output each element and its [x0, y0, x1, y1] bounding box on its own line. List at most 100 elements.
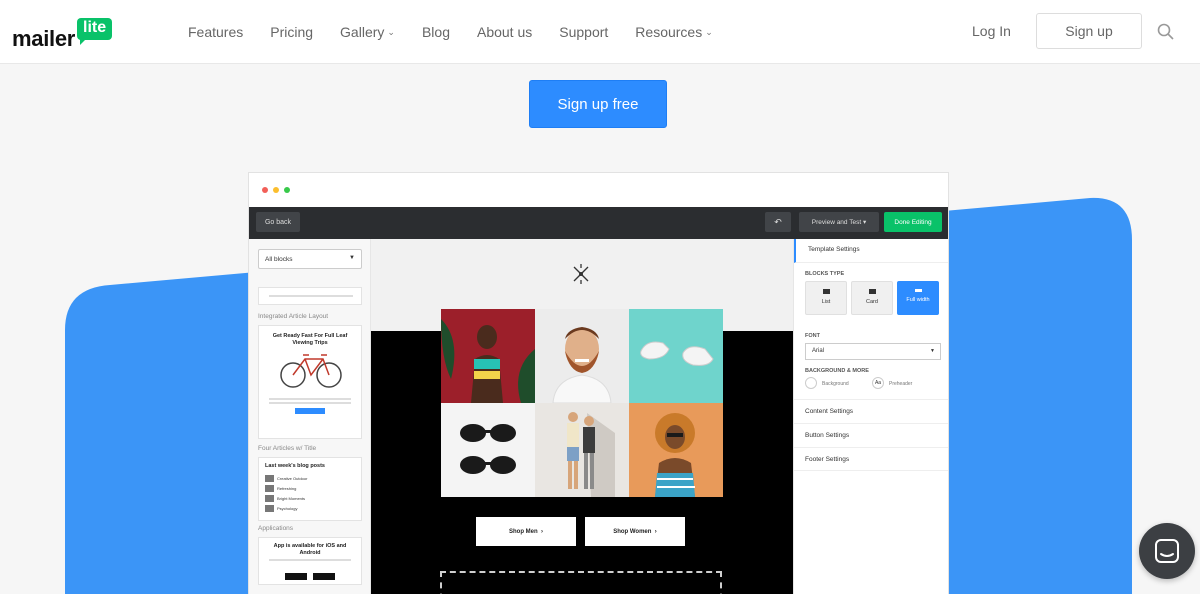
signup-button[interactable]: Sign up	[1036, 13, 1142, 49]
google-play-badge	[313, 573, 336, 580]
nav-links: Features Pricing Gallery ⌄ Blog About us …	[188, 0, 740, 64]
signup-free-button[interactable]: Sign up free	[529, 80, 667, 128]
photo-bearded-man	[535, 309, 629, 403]
caret-down-icon: ▼	[930, 348, 935, 354]
search-icon[interactable]	[1157, 23, 1174, 40]
mini-text-line	[269, 559, 351, 561]
store-badges	[259, 567, 361, 585]
block-title: Last week's blog posts	[265, 463, 325, 469]
preheader-swatch-label: Preheader	[889, 381, 913, 387]
shop-women-button[interactable]: Shop Women ›	[585, 517, 685, 546]
undo-icon[interactable]: ↶	[765, 212, 791, 232]
mailerlite-logo[interactable]: mailer lite	[12, 18, 113, 52]
photo-sunglasses	[441, 403, 535, 497]
content-settings-row[interactable]: Content Settings	[794, 399, 948, 423]
nav-resources[interactable]: Resources ⌄	[635, 24, 712, 40]
list-item: Creative Outdoor	[265, 475, 311, 482]
bicycle-icon	[280, 354, 342, 388]
button-settings-row[interactable]: Button Settings	[794, 423, 948, 447]
card-icon	[868, 289, 876, 294]
nav-gallery[interactable]: Gallery ⌄	[340, 24, 395, 40]
done-editing-button[interactable]: Done Editing	[884, 212, 942, 232]
nav-support[interactable]: Support	[559, 24, 608, 40]
window-maximize-dot	[284, 187, 290, 193]
top-navigation: mailer lite Features Pricing Gallery ⌄ Bl…	[0, 0, 1200, 64]
login-link[interactable]: Log In	[972, 23, 1011, 39]
app-store-badge	[284, 573, 307, 580]
preview-and-test-button[interactable]: Preview and Test ▾	[799, 212, 879, 232]
list-item: Bright Moments	[265, 495, 311, 502]
mini-text-line	[269, 398, 351, 400]
caret-down-icon: ▼	[349, 255, 355, 261]
preheader-swatch[interactable]: Aa	[872, 377, 884, 389]
window-close-dot	[262, 187, 268, 193]
editor-mockup-window: Go back ↶ Preview and Test ▾ Done Editin…	[248, 172, 949, 594]
drop-zone[interactable]	[440, 571, 722, 594]
logo-navigation-block[interactable]	[258, 287, 362, 305]
editor-toolbar: Go back ↶ Preview and Test ▾ Done Editin…	[249, 207, 948, 239]
article-thumb	[265, 485, 274, 492]
mini-cta-button	[295, 408, 325, 414]
chat-icon	[1155, 539, 1179, 563]
email-canvas[interactable]: Shop Men › Shop Women ›	[371, 239, 793, 594]
tab-template-settings[interactable]: Template Settings	[794, 239, 948, 263]
article-list: Creative Outdoor Refreshing Bright Momen…	[259, 472, 361, 512]
mini-nav-line	[269, 295, 353, 297]
photo-couple	[535, 403, 629, 497]
article-thumb	[265, 495, 274, 502]
block-type-full-width[interactable]: Full width	[897, 281, 939, 315]
chat-widget-button[interactable]	[1139, 523, 1195, 579]
settings-panel: Template Settings BLOCKS TYPE List Card …	[793, 239, 948, 594]
photo-illustration	[552, 327, 612, 403]
background-color-swatch[interactable]	[805, 377, 817, 389]
chevron-right-icon: ›	[654, 528, 657, 535]
article-thumb	[265, 505, 274, 512]
article-thumb	[265, 475, 274, 482]
font-select[interactable]: Arial ▼	[805, 343, 941, 360]
list-icon	[822, 289, 830, 294]
nav-pricing[interactable]: Pricing	[270, 24, 313, 40]
photo-illustration	[460, 424, 516, 474]
section-heading: Four Articles w/ Title	[258, 445, 317, 452]
brand-logo-icon	[573, 264, 589, 284]
chevron-right-icon: ›	[541, 528, 543, 535]
integrated-article-block[interactable]: Get Ready Fast For Full Leaf Viewing Tri…	[258, 325, 362, 439]
product-photo-grid[interactable]	[441, 309, 723, 497]
nav-blog[interactable]: Blog	[422, 24, 450, 40]
logo-word: mailer	[12, 26, 76, 51]
window-controls	[262, 187, 295, 193]
logo-badge: lite	[77, 18, 113, 45]
section-heading: Applications	[258, 525, 294, 532]
photo-illustration	[640, 341, 714, 366]
block-title: Get Ready Fast For Full Leaf Viewing Tri…	[272, 333, 348, 346]
nav-about-us[interactable]: About us	[477, 24, 532, 40]
list-item: Psychology	[265, 505, 311, 512]
background-swatch-label: Background	[822, 381, 849, 387]
mini-text-line	[269, 402, 351, 404]
blocks-filter-select[interactable]: All blocks ▼	[258, 249, 362, 269]
four-articles-block[interactable]: Last week's blog posts Creative Outdoor …	[258, 457, 362, 521]
photo-illustration	[567, 412, 615, 497]
photo-sneakers	[629, 309, 723, 403]
blocks-panel: All blocks ▼ Integrated Article Layout G…	[249, 239, 371, 594]
window-minimize-dot	[273, 187, 279, 193]
list-item: Refreshing	[265, 485, 311, 492]
go-back-button[interactable]: Go back	[256, 212, 300, 232]
photo-illustration	[441, 319, 535, 403]
blocks-type-label: BLOCKS TYPE	[805, 271, 845, 277]
background-label: BACKGROUND & MORE	[805, 368, 869, 374]
block-title: App is available for iOS and Android	[273, 543, 347, 556]
nav-features[interactable]: Features	[188, 24, 243, 40]
photo-illustration	[655, 413, 695, 497]
photo-woman-plants	[441, 309, 535, 403]
font-label: FONT	[805, 333, 820, 339]
applications-block[interactable]: App is available for iOS and Android	[258, 537, 362, 585]
block-type-list[interactable]: List	[805, 281, 847, 315]
footer-settings-row[interactable]: Footer Settings	[794, 447, 948, 471]
section-heading: Integrated Article Layout	[258, 313, 329, 320]
shop-men-button[interactable]: Shop Men ›	[476, 517, 576, 546]
full-width-icon	[914, 289, 922, 292]
block-type-card[interactable]: Card	[851, 281, 893, 315]
photo-woman-orange	[629, 403, 723, 497]
chevron-down-icon: ⌄	[705, 26, 713, 37]
